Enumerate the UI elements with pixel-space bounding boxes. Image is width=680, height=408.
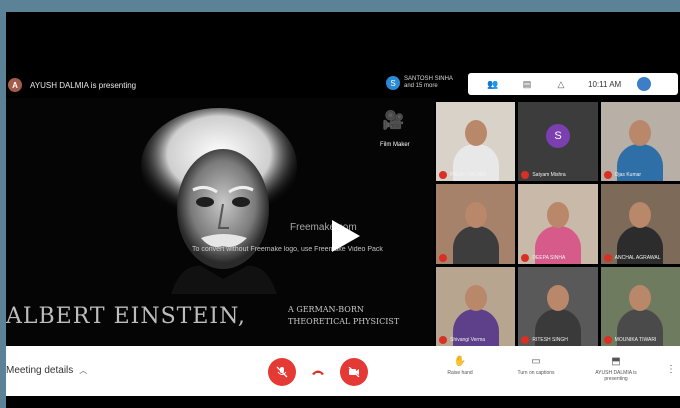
caption-main: ALBERT EINSTEIN, <box>6 304 246 329</box>
hang-up-icon <box>312 370 324 375</box>
raise-hand-button[interactable]: ✋ Raise hand <box>430 356 490 376</box>
captions-icon: ▭ <box>531 356 541 367</box>
muted-mic-icon <box>439 253 447 262</box>
mic-off-button[interactable] <box>268 358 296 386</box>
self-avatar[interactable] <box>637 77 652 91</box>
raise-hand-label: Raise hand <box>447 370 473 376</box>
play-icon[interactable] <box>324 216 364 256</box>
footer-strip <box>6 396 680 408</box>
mic-off-icon <box>276 366 288 378</box>
participant-face <box>464 120 487 146</box>
presenting-button[interactable]: ⬒ AYUSH DALMIA is presenting <box>586 356 646 382</box>
camera-off-icon <box>348 367 360 377</box>
meet-screen: A AYUSH DALMIA is presenting S SANTOSH S… <box>6 12 680 408</box>
participant-tile[interactable]: PALAK DALMIA <box>436 102 516 182</box>
participant-face <box>546 284 569 311</box>
captions-label: Turn on captions <box>517 370 555 376</box>
participant-face <box>464 202 487 229</box>
participant-name: DEEPA SINHA <box>532 254 566 261</box>
clock-time: 10:11 AM <box>588 79 622 89</box>
participant-tile[interactable]: ANCHAL AGRAWAL <box>600 184 680 264</box>
muted-mic-icon <box>521 171 530 180</box>
participant-tile[interactable] <box>436 184 516 264</box>
leave-call-button[interactable] <box>304 358 332 386</box>
participant-name: Ojas Kumar <box>614 172 642 179</box>
participant-tile[interactable]: MOUNIKA TIWARI <box>600 266 680 346</box>
participant-name: RITESH SINGH <box>532 337 568 343</box>
presentation-stage: 🎥 Film Maker Freemake.com To convert wit… <box>6 98 434 346</box>
participant-tile[interactable]: Ojas Kumar <box>600 102 680 182</box>
participant-face <box>464 284 487 311</box>
film-maker-icon: 🎥 <box>382 110 405 130</box>
camera-off-button[interactable] <box>340 358 368 386</box>
captions-button[interactable]: ▭ Turn on captions <box>506 356 566 376</box>
people-icon[interactable]: 👥 <box>484 79 502 90</box>
film-maker-label: Film Maker <box>380 142 410 148</box>
participant-tile[interactable]: RITESH SINGH <box>518 266 598 346</box>
participant-name: Satyam Mishra <box>532 172 566 179</box>
more-options-icon[interactable]: ⋮ <box>666 364 676 375</box>
present-icon: ⬒ <box>611 356 621 367</box>
presenter-banner: AYUSH DALMIA is presenting <box>30 80 137 90</box>
activities-icon[interactable]: △ <box>552 79 570 90</box>
muted-mic-icon <box>603 253 612 262</box>
participant-name: Shivangi Verma <box>450 337 486 343</box>
muted-mic-icon <box>439 336 447 344</box>
chat-icon[interactable]: ▤ <box>518 79 536 90</box>
top-bar: A AYUSH DALMIA is presenting S SANTOSH S… <box>6 72 680 98</box>
participant-name: MOUNIKA TIWARI <box>614 337 657 343</box>
hand-icon: ✋ <box>453 356 467 367</box>
participant-body <box>452 226 499 264</box>
presenting-label: AYUSH DALMIA is presenting <box>595 370 637 382</box>
participant-tile[interactable]: Shivangi Verma <box>436 266 516 346</box>
participant-tile[interactable]: S Satyam Mishra <box>518 102 598 182</box>
photo-frame: A AYUSH DALMIA is presenting S SANTOSH S… <box>0 0 680 408</box>
status-pill: 👥 ▤ △ 10:11 AM <box>468 73 678 95</box>
einstein-portrait <box>141 108 297 294</box>
participant-grid: PALAK DALMIA S Satyam Mishra Ojas Kumar DEEP… <box>436 102 680 346</box>
muted-mic-icon <box>603 171 612 180</box>
participant-tile[interactable]: DEEPA SINHA <box>518 184 598 264</box>
caption-sub: A GERMAN-BORN THEORETICAL PHYSICIST <box>288 305 400 326</box>
bottom-bar: Meeting details ︿ ✋ Raise hand ▭ Turn on … <box>6 346 680 396</box>
meeting-details-button[interactable]: Meeting details ︿ <box>6 365 87 376</box>
participant-name: PALAK DALMIA <box>450 172 486 179</box>
participant-name: ANCHAL AGRAWAL <box>614 254 661 261</box>
muted-mic-icon <box>603 336 612 344</box>
people-text: SANTOSH SINHA and 15 more <box>404 76 453 89</box>
muted-mic-icon <box>521 253 530 262</box>
chevron-up-icon: ︿ <box>79 366 88 375</box>
presenter-avatar: A <box>8 78 22 92</box>
people-chip[interactable]: S SANTOSH SINHA and 15 more <box>386 76 460 90</box>
meeting-details-label: Meeting details <box>6 365 74 376</box>
participant-avatar: S <box>545 124 570 148</box>
people-avatar: S <box>386 76 400 90</box>
participant-face <box>629 284 652 311</box>
